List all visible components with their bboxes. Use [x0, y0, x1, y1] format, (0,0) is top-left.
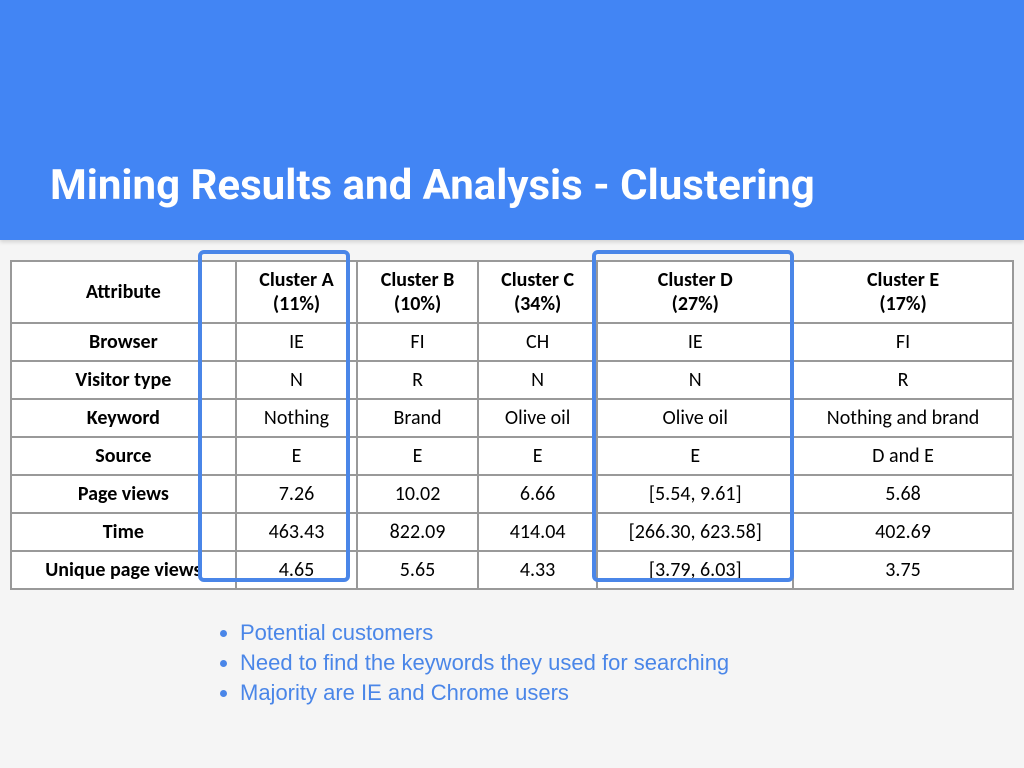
- row-attribute: Source: [11, 437, 236, 475]
- table-row: KeywordNothingBrandOlive oilOlive oilNot…: [11, 399, 1013, 437]
- table-row: SourceEEEED and E: [11, 437, 1013, 475]
- table-header-row: Attribute Cluster A(11%) Cluster B(10%) …: [11, 261, 1013, 323]
- cell: D and E: [793, 437, 1013, 475]
- row-attribute: Browser: [11, 323, 236, 361]
- cell: 6.66: [478, 475, 598, 513]
- table-row: Time463.43822.09414.04[266.30, 623.58]40…: [11, 513, 1013, 551]
- cell: 10.02: [357, 475, 477, 513]
- cluster-table: Attribute Cluster A(11%) Cluster B(10%) …: [10, 260, 1014, 590]
- cell: CH: [478, 323, 598, 361]
- table-row: Visitor typeNRNNR: [11, 361, 1013, 399]
- cell: 5.68: [793, 475, 1013, 513]
- cell: Brand: [357, 399, 477, 437]
- cell: E: [357, 437, 477, 475]
- table-row: Unique page views4.655.654.33[3.79, 6.03…: [11, 551, 1013, 589]
- cell: N: [597, 361, 793, 399]
- cell: R: [357, 361, 477, 399]
- row-attribute: Page views: [11, 475, 236, 513]
- cell: 414.04: [478, 513, 598, 551]
- cell: E: [478, 437, 598, 475]
- col-cluster-c: Cluster C(34%): [478, 261, 598, 323]
- cell: N: [478, 361, 598, 399]
- cell: FI: [357, 323, 477, 361]
- cell: FI: [793, 323, 1013, 361]
- row-attribute: Keyword: [11, 399, 236, 437]
- cell: Olive oil: [597, 399, 793, 437]
- table-row: BrowserIEFICHIEFI: [11, 323, 1013, 361]
- col-attribute: Attribute: [11, 261, 236, 323]
- cell: [266.30, 623.58]: [597, 513, 793, 551]
- page-title: Mining Results and Analysis - Clustering: [50, 161, 815, 210]
- cell: R: [793, 361, 1013, 399]
- cell: 4.65: [236, 551, 358, 589]
- cell: [5.54, 9.61]: [597, 475, 793, 513]
- cell: [3.79, 6.03]: [597, 551, 793, 589]
- row-attribute: Time: [11, 513, 236, 551]
- col-cluster-b: Cluster B(10%): [357, 261, 477, 323]
- cell: 402.69: [793, 513, 1013, 551]
- bullet-item: Potential customers: [240, 620, 1014, 646]
- cell: Nothing and brand: [793, 399, 1013, 437]
- bullet-item: Majority are IE and Chrome users: [240, 680, 1014, 706]
- cell: IE: [236, 323, 358, 361]
- cell: 4.33: [478, 551, 598, 589]
- col-cluster-d: Cluster D(27%): [597, 261, 793, 323]
- col-cluster-a: Cluster A(11%): [236, 261, 358, 323]
- cell: 7.26: [236, 475, 358, 513]
- bullet-list: Potential customers Need to find the key…: [240, 620, 1014, 706]
- row-attribute: Unique page views: [11, 551, 236, 589]
- cell: N: [236, 361, 358, 399]
- cell: 822.09: [357, 513, 477, 551]
- cell: Nothing: [236, 399, 358, 437]
- bullet-item: Need to find the keywords they used for …: [240, 650, 1014, 676]
- cell: Olive oil: [478, 399, 598, 437]
- cell: IE: [597, 323, 793, 361]
- cell: 463.43: [236, 513, 358, 551]
- table-row: Page views7.2610.026.66[5.54, 9.61]5.68: [11, 475, 1013, 513]
- table-body: BrowserIEFICHIEFIVisitor typeNRNNRKeywor…: [11, 323, 1013, 589]
- row-attribute: Visitor type: [11, 361, 236, 399]
- cell: E: [597, 437, 793, 475]
- col-cluster-e: Cluster E(17%): [793, 261, 1013, 323]
- header-banner: Mining Results and Analysis - Clustering: [0, 0, 1024, 240]
- cell: 5.65: [357, 551, 477, 589]
- content-area: Attribute Cluster A(11%) Cluster B(10%) …: [0, 240, 1024, 706]
- cell: E: [236, 437, 358, 475]
- cell: 3.75: [793, 551, 1013, 589]
